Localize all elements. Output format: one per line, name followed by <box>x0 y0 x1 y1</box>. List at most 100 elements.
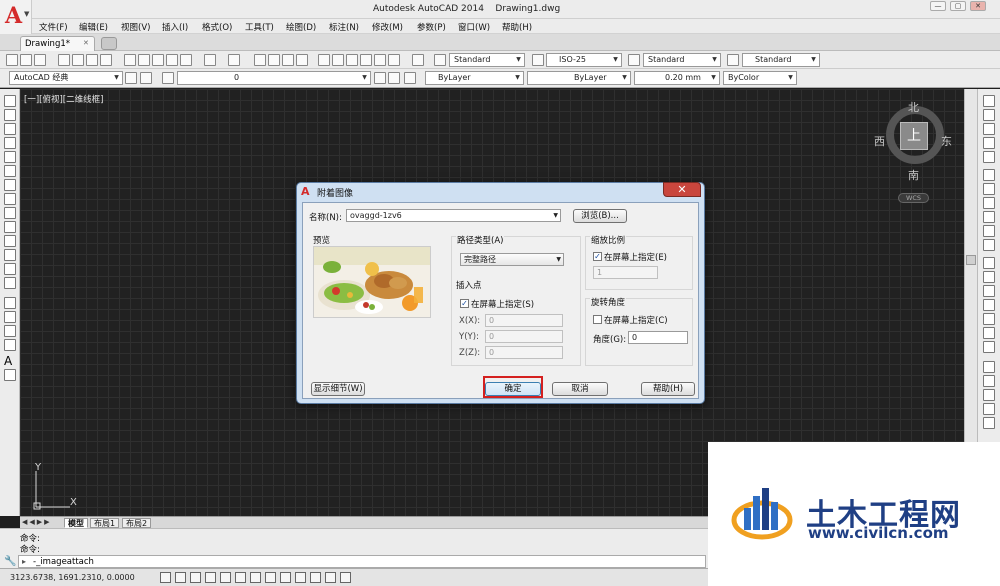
plotstyle-select[interactable]: ByColor ▼ <box>723 71 797 85</box>
compass-north[interactable]: 北 <box>908 99 919 115</box>
erase-icon[interactable] <box>983 95 995 107</box>
layer-properties-icon[interactable] <box>162 72 174 84</box>
offset-icon[interactable] <box>983 137 995 149</box>
help-button[interactable]: 帮助(H) <box>641 382 695 396</box>
dim-style-select[interactable]: ISO-25 ▼ <box>546 53 622 67</box>
menu-edit[interactable]: 编辑(E) <box>79 21 108 33</box>
menu-modify[interactable]: 修改(M) <box>372 21 403 33</box>
viewcube-top-face[interactable]: 上 <box>900 122 928 150</box>
region-icon[interactable] <box>4 325 16 337</box>
object-snap-icon[interactable] <box>235 572 246 583</box>
stretch-icon[interactable] <box>983 211 995 223</box>
menu-dimension[interactable]: 标注(N) <box>329 21 359 33</box>
insert-block-icon[interactable] <box>4 249 16 261</box>
arc-icon[interactable] <box>4 165 16 177</box>
make-current-layer-icon[interactable] <box>374 72 386 84</box>
make-block-icon[interactable] <box>4 263 16 275</box>
mleader-style-icon[interactable] <box>727 54 739 66</box>
y-input[interactable]: 0 <box>485 330 563 343</box>
multiline-text-icon[interactable]: A <box>4 355 16 367</box>
tab-model[interactable]: 模型 <box>64 518 88 528</box>
maximize-button[interactable]: ▢ <box>950 1 966 11</box>
compass-west[interactable]: 西 <box>874 133 885 149</box>
tool-palettes-icon[interactable] <box>346 54 358 66</box>
table-style-icon[interactable] <box>628 54 640 66</box>
block-editor-icon[interactable] <box>180 54 192 66</box>
text-style-icon[interactable] <box>434 54 446 66</box>
send-under-icon[interactable] <box>983 417 995 429</box>
gradient-icon[interactable] <box>4 311 16 323</box>
sheet-set-icon[interactable] <box>360 54 372 66</box>
workspace-settings-icon[interactable] <box>125 72 137 84</box>
point-icon[interactable] <box>4 277 16 289</box>
path-type-select[interactable]: 完整路径 ▼ <box>460 253 564 266</box>
save-icon[interactable] <box>34 54 46 66</box>
z-input[interactable]: 0 <box>485 346 563 359</box>
color-select[interactable]: ByLayer ▼ <box>425 71 524 85</box>
workspace-save-icon[interactable] <box>140 72 152 84</box>
spline-icon[interactable] <box>4 207 16 219</box>
layer-states-icon[interactable] <box>404 72 416 84</box>
print-icon[interactable] <box>58 54 70 66</box>
bring-to-front-icon[interactable] <box>983 375 995 387</box>
match-properties-icon[interactable] <box>166 54 178 66</box>
ellipse-arc-icon[interactable] <box>4 235 16 247</box>
revision-cloud-icon[interactable] <box>4 193 16 205</box>
pan-icon[interactable] <box>254 54 266 66</box>
rotate-icon[interactable] <box>983 183 995 195</box>
break-icon[interactable] <box>983 271 995 283</box>
snap-mode-icon[interactable] <box>175 572 186 583</box>
trim-icon[interactable] <box>983 225 995 237</box>
menu-format[interactable]: 格式(O) <box>202 21 232 33</box>
polar-tracking-icon[interactable] <box>220 572 231 583</box>
markup-icon[interactable] <box>374 54 386 66</box>
array-icon[interactable] <box>983 151 995 163</box>
dynamic-input-icon[interactable] <box>295 572 306 583</box>
break-at-point-icon[interactable] <box>983 257 995 269</box>
browse-button[interactable]: 浏览(B)... <box>573 209 627 223</box>
fillet-icon[interactable] <box>983 313 995 325</box>
join-icon[interactable] <box>983 285 995 297</box>
layer-select[interactable]: 0 ▼ <box>177 71 371 85</box>
compass-south[interactable]: 南 <box>908 167 919 183</box>
wcs-menu[interactable]: WCS <box>898 193 929 203</box>
cancel-button[interactable]: 取消 <box>552 382 608 396</box>
move-icon[interactable] <box>983 169 995 181</box>
undo-icon[interactable] <box>204 54 216 66</box>
tab-navigation-arrows[interactable]: ◀◀▶▶ <box>22 518 52 526</box>
name-select[interactable]: ovaggd-1zv6 ▼ <box>346 209 561 222</box>
quickcalc-icon[interactable] <box>388 54 400 66</box>
menu-parametric[interactable]: 参数(P) <box>417 21 446 33</box>
minimize-button[interactable]: — <box>930 1 946 11</box>
compass-east[interactable]: 东 <box>941 133 952 149</box>
menu-tools[interactable]: 工具(T) <box>245 21 274 33</box>
lineweight-icon[interactable] <box>310 572 321 583</box>
show-details-button[interactable]: 显示细节(W) <box>311 382 365 396</box>
grid-display-icon[interactable] <box>190 572 201 583</box>
properties-icon[interactable] <box>318 54 330 66</box>
angle-input[interactable]: 0 <box>628 331 688 344</box>
command-input[interactable]: ▸ -_imageattach <box>18 555 706 568</box>
rectangle-icon[interactable] <box>4 151 16 163</box>
viewcube[interactable]: 上 北 南 东 西 WCS <box>870 98 960 208</box>
menu-help[interactable]: 帮助(H) <box>502 21 532 33</box>
dialog-close-button[interactable]: ✕ <box>663 182 701 197</box>
scroll-thumb[interactable] <box>966 255 976 265</box>
scale-icon[interactable] <box>983 197 995 209</box>
workspace-select[interactable]: AutoCAD 经典 ▼ <box>9 71 123 85</box>
send-to-back-icon[interactable] <box>983 389 995 401</box>
linetype-select[interactable]: ByLayer ▼ <box>527 71 631 85</box>
infer-constraints-icon[interactable] <box>160 572 171 583</box>
new-tab-button[interactable] <box>101 37 117 50</box>
3d-object-snap-icon[interactable] <box>250 572 261 583</box>
ellipse-icon[interactable] <box>4 221 16 233</box>
plot-preview-icon[interactable] <box>72 54 84 66</box>
rotation-onscreen-checkbox[interactable] <box>593 315 602 324</box>
ortho-mode-icon[interactable] <box>205 572 216 583</box>
add-selected-icon[interactable] <box>4 369 16 381</box>
paste-icon[interactable] <box>152 54 164 66</box>
redo-icon[interactable] <box>228 54 240 66</box>
circle-icon[interactable] <box>4 179 16 191</box>
coordinate-readout[interactable]: 3123.6738, 1691.2310, 0.0000 <box>10 573 135 582</box>
draw-order-icon[interactable] <box>983 361 995 373</box>
